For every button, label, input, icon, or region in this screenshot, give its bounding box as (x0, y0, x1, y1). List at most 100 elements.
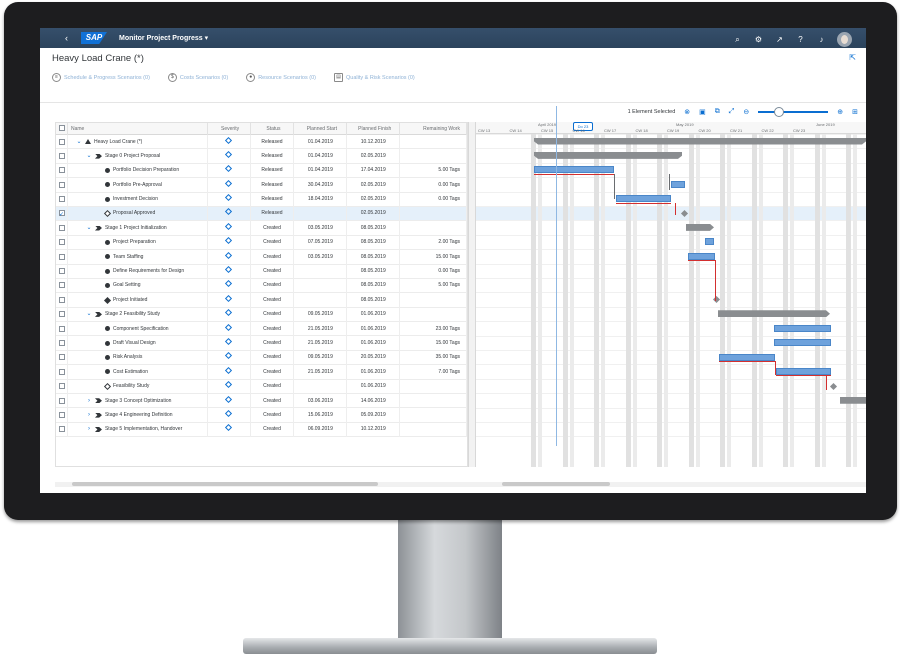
severity-icon[interactable] (225, 352, 233, 360)
table-row[interactable]: ⌄ Stage 0 Project Proposal Released 01.04.2… (56, 148, 467, 164)
column-header-name[interactable]: Name (68, 123, 208, 135)
project-summary-bar[interactable] (534, 138, 866, 145)
table-row[interactable]: Cost Estimation Created 21.05.2019 01.06.20… (56, 364, 467, 380)
fit-icon[interactable]: ⤢ (729, 108, 735, 116)
table-row[interactable]: Portfolio Decision Preparation Released 01… (56, 163, 467, 179)
expand-icon[interactable]: › (86, 422, 92, 436)
row-checkbox[interactable] (56, 134, 68, 149)
table-row[interactable]: ⌄ Stage 1 Project Initialization Created 03… (56, 220, 467, 236)
table-row[interactable]: ⌄ Heavy Load Crane (*) Released 01.04.2019 1… (56, 134, 467, 150)
legend-icon[interactable]: ⊞ (852, 108, 858, 116)
clear-selection-icon[interactable]: ⊗ (684, 108, 690, 116)
task-bar[interactable] (774, 324, 831, 332)
table-row[interactable]: ✓ Proposal Approved Released 02.05.2019 (56, 206, 467, 222)
phase-summary-bar[interactable] (718, 310, 830, 317)
severity-icon[interactable] (225, 309, 233, 317)
collapse-icon[interactable]: ⌄ (86, 149, 92, 163)
severity-icon[interactable] (225, 150, 233, 158)
column-header-status[interactable]: Status (251, 123, 295, 135)
severity-icon[interactable] (225, 136, 233, 144)
table-scrollbar[interactable] (72, 482, 378, 486)
severity-icon[interactable] (225, 179, 233, 187)
subsection-schedule[interactable]: ≡ Schedule & Progress Scenarios (0) (52, 73, 150, 82)
table-row[interactable]: Investment Decision Released 18.04.2019 02.… (56, 192, 467, 207)
severity-icon[interactable] (225, 194, 233, 202)
expand-icon[interactable]: ⇱ (849, 53, 856, 62)
zoom-in-icon[interactable]: ⊕ (837, 108, 843, 116)
column-header-planned-start[interactable]: Planned Start (294, 123, 348, 135)
table-row[interactable]: Project Initiated Created 08.05.2019 (56, 292, 467, 308)
severity-icon[interactable] (225, 237, 233, 245)
phase-summary-bar[interactable] (686, 224, 714, 231)
severity-icon[interactable] (225, 395, 233, 403)
help-icon[interactable]: ? (795, 34, 806, 45)
row-checkbox[interactable] (56, 350, 68, 365)
table-row[interactable]: ⌄ Stage 2 Feasibility Study Created 09.05.2… (56, 307, 467, 323)
subsection-resources[interactable]: ● Resource Scenarios (0) (246, 73, 316, 82)
task-bar[interactable] (705, 238, 714, 246)
subsection-costs[interactable]: $ Costs Scenarios (0) (167, 73, 228, 82)
collapse-icon[interactable]: ⌄ (76, 135, 82, 149)
severity-icon[interactable] (225, 366, 233, 374)
table-row[interactable]: Feasibility Study Created 01.06.2019 (56, 379, 467, 395)
table-row[interactable]: Goal Setting Created 08.05.2019 5.00 Tags (56, 278, 467, 294)
zoom-slider-handle[interactable] (774, 107, 785, 117)
task-bar[interactable] (776, 367, 831, 375)
table-row[interactable]: Draft Visual Design Created 21.05.2019 01.0… (56, 335, 467, 351)
subsection-quality[interactable]: ▤ Quality & Risk Scenarios (0) (333, 73, 415, 82)
search-icon[interactable]: ⌕ (732, 34, 743, 45)
row-checkbox[interactable] (56, 307, 68, 322)
row-checkbox[interactable]: ✓ (56, 206, 68, 221)
gantt-scrollbar[interactable] (502, 482, 610, 486)
severity-icon[interactable] (225, 294, 233, 302)
row-checkbox[interactable] (56, 422, 68, 437)
row-checkbox[interactable] (56, 163, 68, 178)
phase-summary-bar[interactable] (840, 397, 866, 404)
table-row[interactable]: › Stage 4 Engineering Definition Created 15… (56, 407, 467, 423)
task-bar[interactable] (616, 195, 671, 203)
collapse-icon[interactable]: ⌄ (86, 307, 92, 321)
expand-icon[interactable]: › (86, 408, 92, 422)
zoom-slider[interactable] (758, 107, 829, 117)
row-checkbox[interactable] (56, 379, 68, 394)
table-row[interactable]: Risk Analysis Created 09.05.2019 20.05.2019… (56, 350, 467, 366)
row-checkbox[interactable] (56, 321, 68, 336)
table-row[interactable]: Project Preparation Created 07.05.2019 08.0… (56, 235, 467, 251)
table-row[interactable]: Component Specification Created 21.05.2019… (56, 321, 467, 337)
app-title-menu[interactable]: Monitor Project Progress ▾ (119, 34, 208, 42)
severity-icon[interactable] (225, 165, 233, 173)
select-all-checkbox[interactable] (56, 123, 68, 135)
task-bar[interactable] (688, 252, 715, 260)
severity-icon[interactable] (225, 208, 233, 216)
expand-icon[interactable]: › (86, 394, 92, 408)
column-header-remaining-work[interactable]: Remaining Work (400, 123, 467, 135)
severity-icon[interactable] (225, 222, 233, 230)
severity-icon[interactable] (225, 409, 233, 417)
back-icon[interactable]: ‹ (65, 33, 68, 43)
column-header-severity[interactable]: Severity (208, 123, 251, 135)
notification-icon[interactable]: ♪ (816, 34, 827, 45)
row-checkbox[interactable] (56, 148, 68, 164)
row-checkbox[interactable] (56, 220, 68, 236)
collapse-icon[interactable]: ⌄ (86, 221, 92, 235)
settings-grid-icon[interactable]: ▣ (699, 108, 706, 116)
task-bar[interactable] (534, 166, 614, 174)
row-checkbox[interactable] (56, 292, 68, 308)
settings-icon[interactable]: ⚙ (753, 34, 764, 45)
severity-icon[interactable] (225, 424, 233, 432)
severity-icon[interactable] (225, 251, 233, 259)
row-checkbox[interactable] (56, 235, 68, 250)
row-checkbox[interactable] (56, 364, 68, 380)
row-checkbox[interactable] (56, 249, 68, 265)
row-checkbox[interactable] (56, 278, 68, 293)
severity-icon[interactable] (225, 280, 233, 288)
row-checkbox[interactable] (56, 335, 68, 351)
task-bar[interactable] (719, 353, 775, 361)
pane-splitter[interactable] (468, 122, 476, 467)
row-checkbox[interactable] (56, 192, 68, 207)
severity-icon[interactable] (225, 381, 233, 389)
task-bar[interactable] (671, 180, 685, 188)
table-row[interactable]: › Stage 3 Concept Optimization Created 03.0… (56, 393, 467, 409)
avatar[interactable] (837, 32, 852, 47)
table-row[interactable]: › Stage 5 Implementation, Handover Created… (56, 422, 467, 438)
